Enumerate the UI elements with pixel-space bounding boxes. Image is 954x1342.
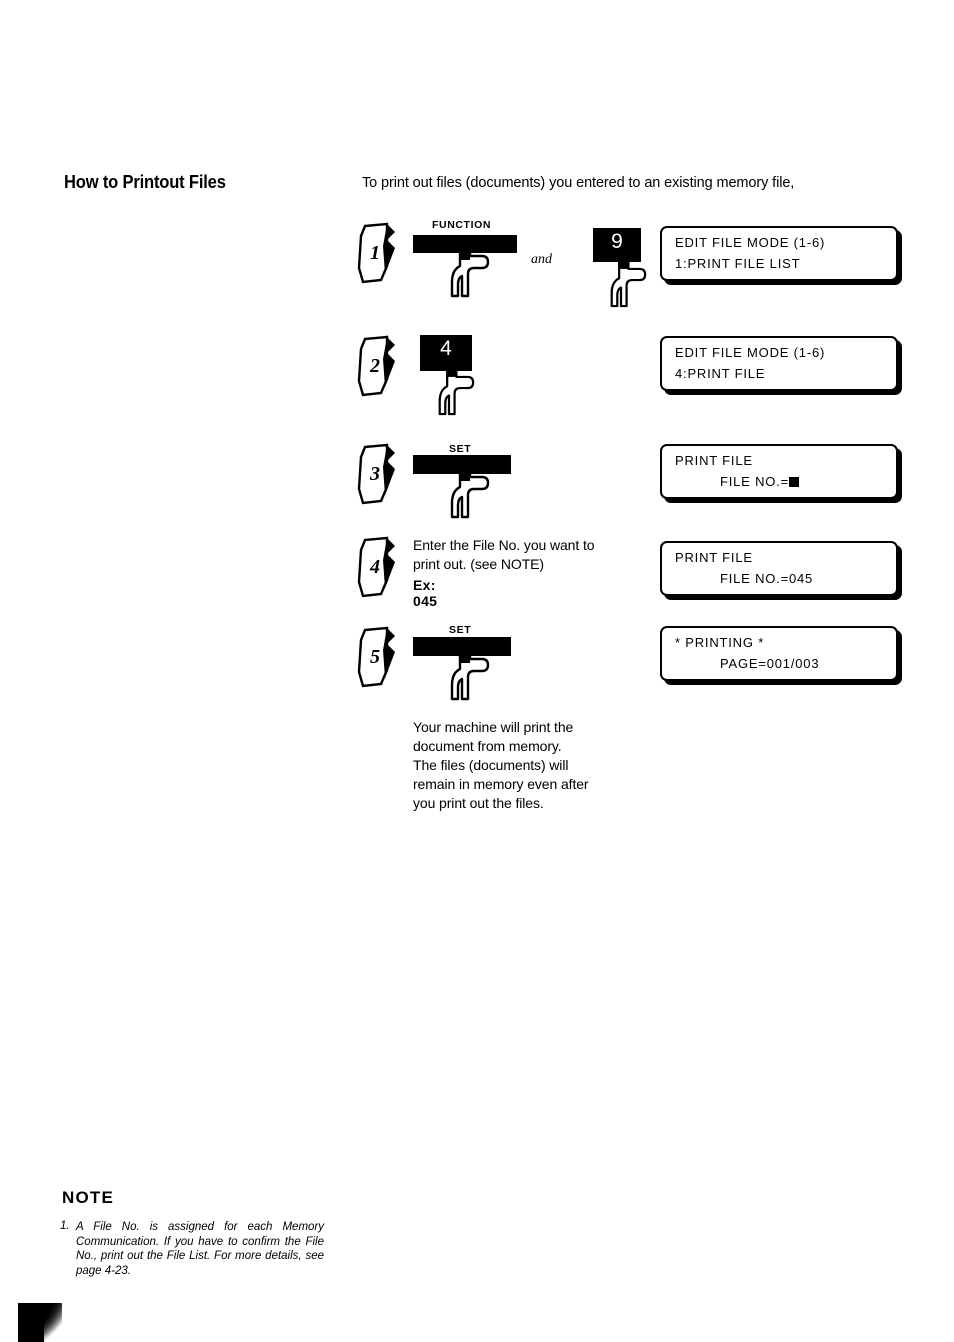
step-marker-1: 1 <box>357 222 401 284</box>
lcd-cursor-block <box>788 477 799 487</box>
pointing-hand-icon <box>608 252 660 310</box>
lcd-line-2: FILE NO.=045 <box>720 571 814 586</box>
page-title: How to Printout Files <box>64 172 226 192</box>
lcd-line-1: * PRINTING * <box>675 635 765 650</box>
step-number-2: 2 <box>370 354 380 377</box>
note-item-number: 1. <box>60 1220 70 1232</box>
lcd-display-4: PRINT FILE FILE NO.=045 <box>660 541 898 596</box>
lcd-display-5: * PRINTING * PAGE=001/003 <box>660 626 898 681</box>
step-number-1: 1 <box>370 241 380 264</box>
lcd-line-2-text: FILE NO.= <box>720 474 789 489</box>
function-key-label: FUNCTION <box>432 219 492 231</box>
scan-artifact-smudge <box>18 1303 62 1342</box>
step-marker-4: 4 <box>357 536 401 598</box>
step-4-example: Ex: 045 <box>413 577 438 609</box>
lcd-line-1: EDIT FILE MODE (1-6) <box>675 235 826 250</box>
lcd-line-2: FILE NO.= <box>720 474 799 489</box>
lcd-line-1: PRINT FILE <box>675 550 753 565</box>
step-marker-3: 3 <box>357 443 401 505</box>
set-key-label: SET <box>449 624 472 636</box>
pointing-hand-icon <box>448 459 504 521</box>
step-number-5: 5 <box>370 645 380 668</box>
pointing-hand-icon <box>448 238 504 300</box>
lcd-line-1: PRINT FILE <box>675 453 753 468</box>
note-item-text: A File No. is assigned for each Memory C… <box>76 1221 324 1277</box>
set-key-label: SET <box>449 443 472 455</box>
lcd-line-2: PAGE=001/003 <box>720 656 820 671</box>
lcd-line-2: 4:PRINT FILE <box>675 366 766 381</box>
closing-text: Your machine will print the document fro… <box>413 719 589 811</box>
lcd-display-2: EDIT FILE MODE (1-6) 4:PRINT FILE <box>660 336 898 391</box>
step-marker-5: 5 <box>357 626 401 688</box>
step-4-instruction: Enter the File No. you want to print out… <box>413 537 595 572</box>
lcd-display-3: PRINT FILE FILE NO.= <box>660 444 898 499</box>
document-page: How to Printout Files To print out files… <box>0 0 954 1342</box>
step-number-4: 4 <box>370 555 380 578</box>
lcd-line-1: EDIT FILE MODE (1-6) <box>675 345 826 360</box>
pointing-hand-icon <box>436 360 488 418</box>
note-heading: NOTE <box>62 1188 115 1207</box>
pointing-hand-icon <box>448 641 504 703</box>
intro-text: To print out files (documents) you enter… <box>362 175 795 191</box>
lcd-line-2: 1:PRINT FILE LIST <box>675 256 801 271</box>
step-marker-2: 2 <box>357 335 401 397</box>
step-number-3: 3 <box>370 462 380 485</box>
lcd-display-1: EDIT FILE MODE (1-6) 1:PRINT FILE LIST <box>660 226 898 281</box>
conjunction-and: and <box>531 252 552 267</box>
